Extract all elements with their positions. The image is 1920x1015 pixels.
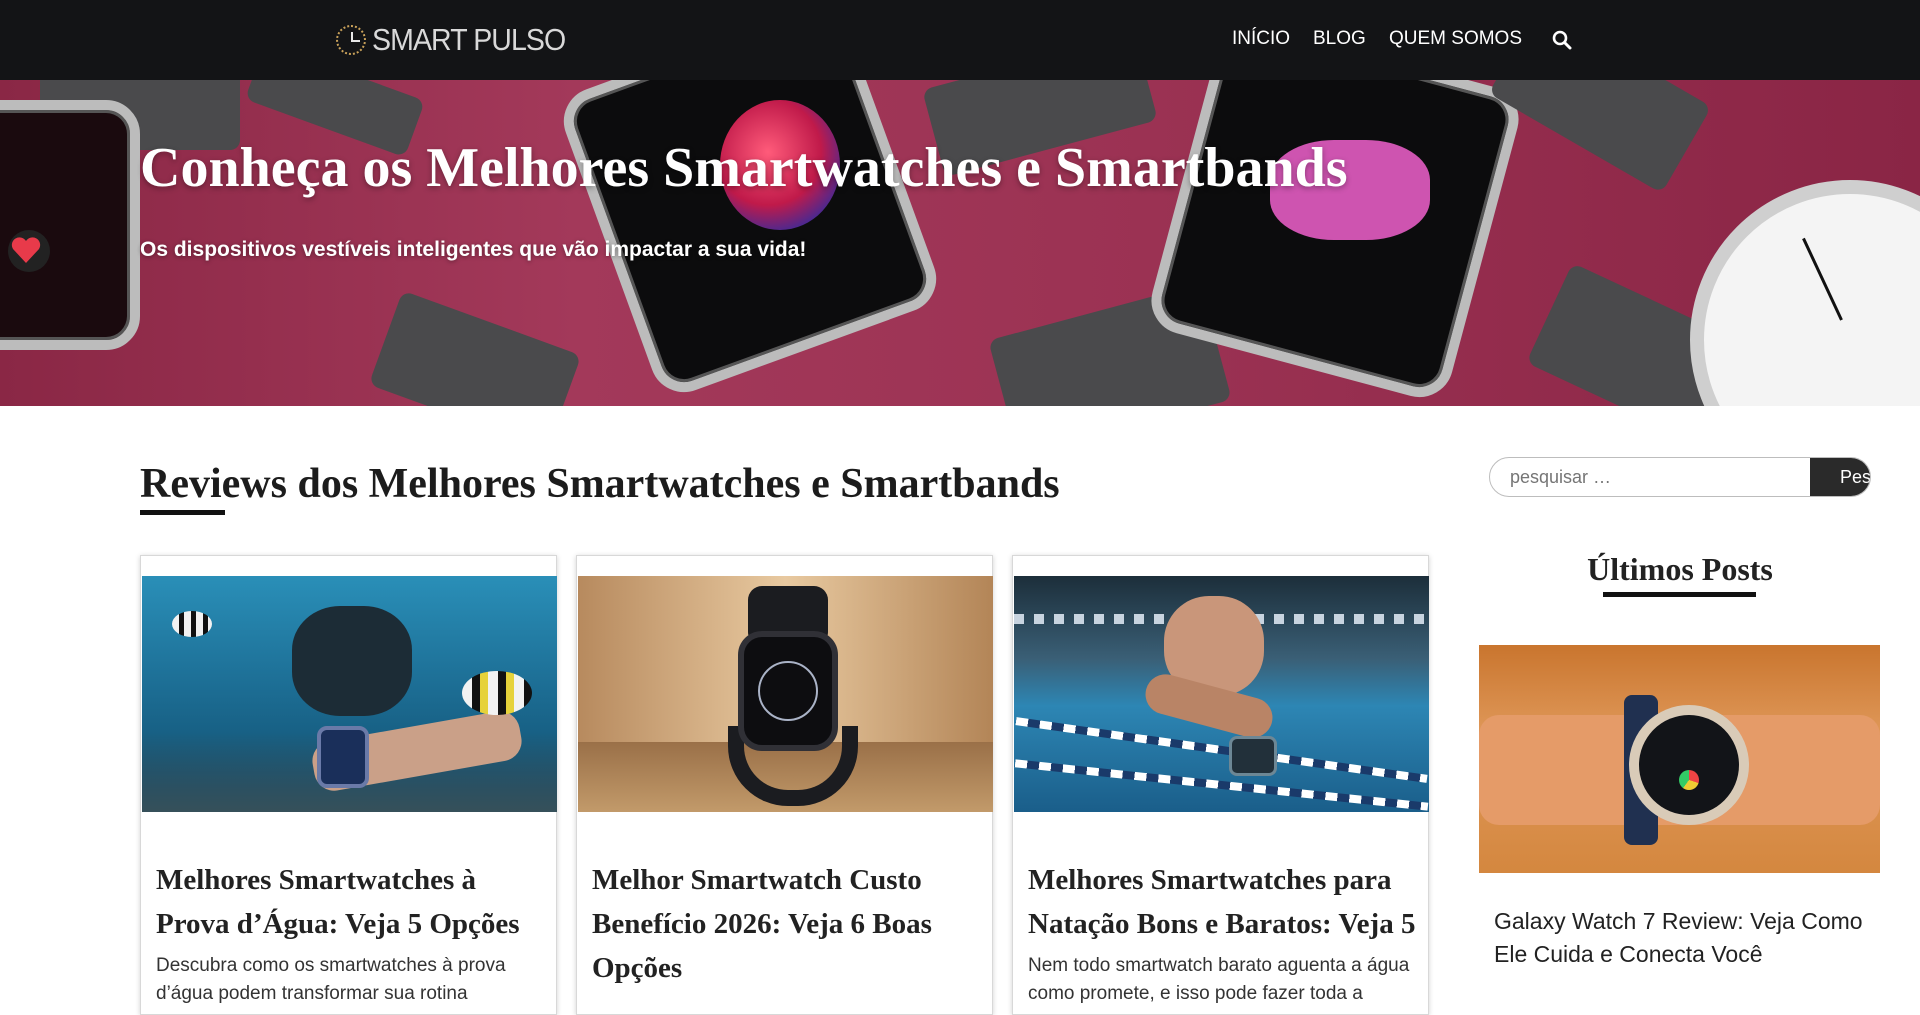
post-thumbnail-watch[interactable] — [578, 576, 993, 812]
nav-item-inicio[interactable]: INÍCIO — [1232, 28, 1290, 50]
hero-banner: Conheça os Melhores Smartwatches e Smart… — [0, 80, 1920, 406]
post-title[interactable]: Melhores Smartwatches para Natação Bons … — [1028, 858, 1418, 946]
post-thumbnail-diver[interactable] — [142, 576, 557, 812]
nav-item-quem-somos[interactable]: QUEM SOMOS — [1389, 28, 1522, 50]
post-excerpt: Nem todo smartwatch barato aguenta a águ… — [1028, 955, 1410, 1004]
post-card[interactable]: Melhores Smartwatches para Natação Bons … — [1012, 555, 1429, 1015]
post-excerpt: Descubra como os smartwatches à prova d’… — [156, 955, 506, 1004]
sidebar-search-input[interactable] — [1490, 458, 1810, 496]
top-navbar: SMART PULSO INÍCIO BLOG QUEM SOMOS — [0, 0, 1920, 80]
latest-posts-underline — [1603, 592, 1756, 597]
search-icon[interactable] — [1552, 30, 1572, 50]
post-card[interactable]: Melhor Smartwatch Custo Benefício 2026: … — [576, 555, 993, 1015]
sidebar-search-form: Pesquisar — [1489, 457, 1871, 497]
hero-subtitle: Os dispositivos vestíveis inteligentes q… — [140, 238, 807, 261]
post-title[interactable]: Melhores Smartwatches à Prova d’Água: Ve… — [156, 858, 546, 946]
sidebar-search-button[interactable]: Pesquisar — [1810, 458, 1870, 496]
clock-logo-icon — [336, 25, 366, 55]
heart-icon — [11, 237, 41, 263]
latest-posts-title: Últimos Posts — [1587, 551, 1773, 587]
post-thumbnail-swimmer[interactable] — [1014, 576, 1429, 812]
site-logo[interactable]: SMART PULSO — [336, 22, 582, 58]
section-title-underline — [140, 510, 225, 515]
nav-item-blog[interactable]: BLOG — [1313, 28, 1366, 50]
latest-post-thumbnail[interactable] — [1479, 645, 1880, 873]
hero-title: Conheça os Melhores Smartwatches e Smart… — [140, 137, 1348, 199]
section-title: Reviews dos Melhores Smartwatches e Smar… — [140, 461, 1060, 507]
post-title[interactable]: Melhor Smartwatch Custo Benefício 2026: … — [592, 858, 982, 990]
post-card[interactable]: Melhores Smartwatches à Prova d’Água: Ve… — [140, 555, 557, 1015]
latest-post-title[interactable]: Galaxy Watch 7 Review: Veja Como Ele Cui… — [1494, 905, 1874, 971]
logo-text: SMART PULSO — [372, 22, 566, 57]
